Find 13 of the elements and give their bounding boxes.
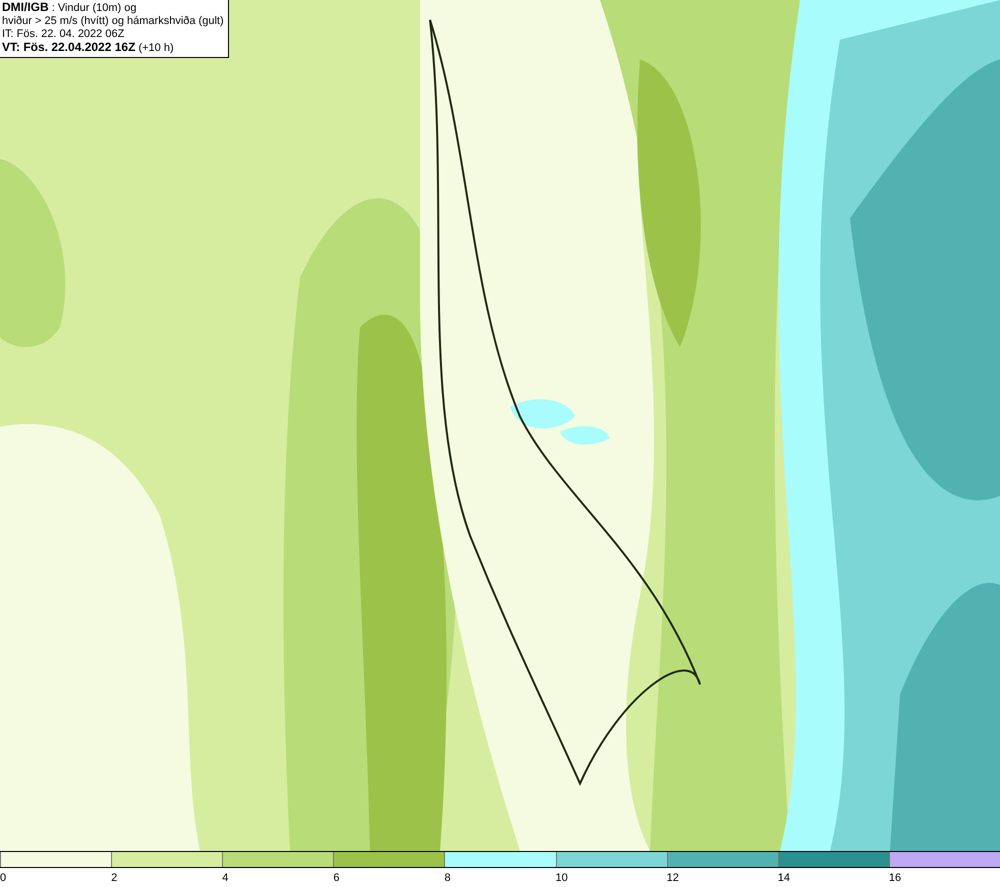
caption-line: IT: Fös. 22. 04. 2022 06Z [2, 28, 126, 41]
caption-line: VT: Fös. 22.04.2022 16Z (+10 h) [2, 41, 175, 55]
legend-tick-label: 16 [888, 871, 902, 884]
legend-tick-label: 0 [0, 871, 6, 884]
caption-line: hviður > 25 m/s (hvítt) og hámarkshviða (gult) [2, 15, 224, 28]
legend-tick-label: 12 [666, 871, 679, 884]
legend-tick-label: 8 [444, 871, 451, 884]
legend-tick-label: 2 [111, 871, 118, 884]
legend-tick-label: 4 [222, 871, 228, 884]
legend-tick-label: 6 [333, 871, 340, 884]
legend-tick-label: 10 [556, 871, 568, 884]
legend-tick-label: 14 [778, 871, 790, 884]
caption-line: DMI/IGB : Vindur (10m) og [2, 1, 138, 15]
